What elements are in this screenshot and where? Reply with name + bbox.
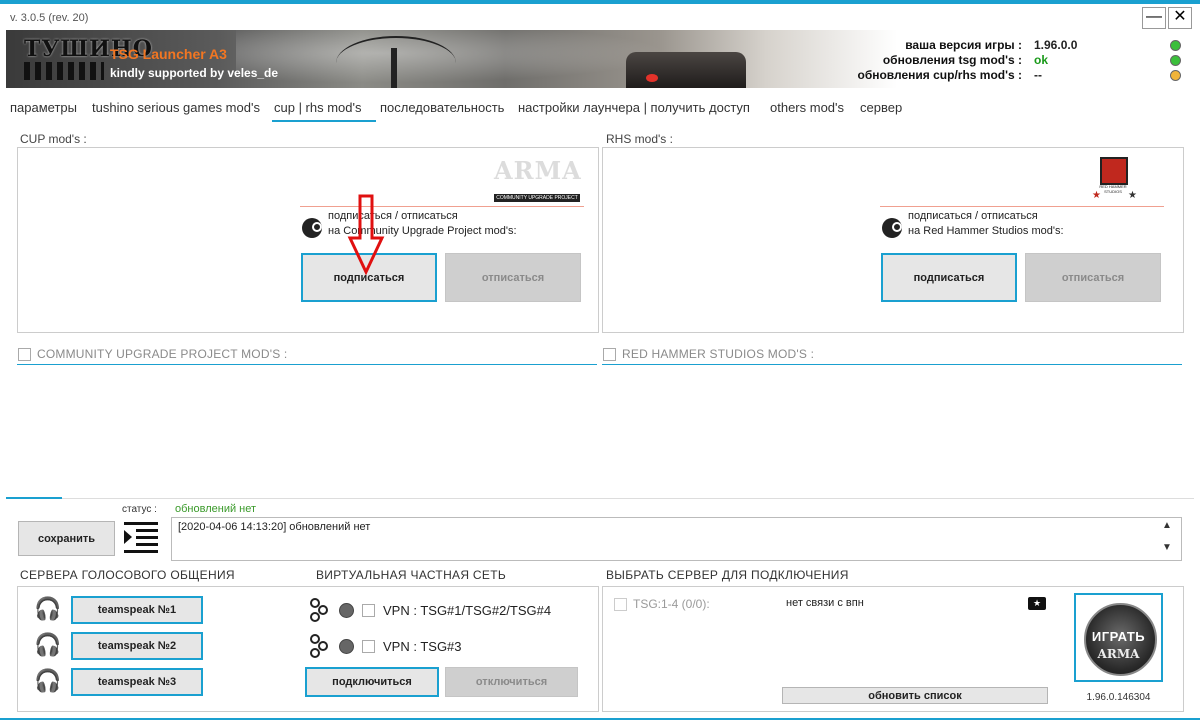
game-version-label: ваша версия игры : [905, 38, 1022, 52]
cup-section-title: CUP mod's : [20, 132, 87, 146]
red-star-icon: ★ [1092, 190, 1101, 201]
close-button[interactable]: ✕ [1168, 7, 1192, 29]
tsg-updates-value: ok [1034, 53, 1049, 67]
refresh-list-button[interactable]: обновить список [782, 687, 1048, 704]
rhs-subscribe-line1: подписаться / отписаться [908, 210, 1038, 222]
cup-rhs-updates-label: обновления cup/rhs mod's : [857, 68, 1022, 82]
tab-cup-rhs-mods[interactable]: cup | rhs mod's [272, 100, 376, 122]
cup-unsubscribe-button[interactable]: отписаться [445, 253, 581, 302]
star-badge-icon: ★ [1128, 190, 1137, 201]
vpn-2-status-icon [339, 639, 354, 654]
teamspeak-3-button[interactable]: teamspeak №3 [71, 668, 203, 696]
tab-sequence[interactable]: последовательность [378, 100, 506, 115]
launcher-subtitle: kindly supported by veles_de [110, 66, 279, 80]
vpn-1-status-icon [339, 603, 354, 618]
server-section-title: ВЫБРАТЬ СЕРВЕР ДЛЯ ПОДКЛЮЧЕНИЯ [606, 568, 849, 582]
game-version-value: 1.96.0.0 [1034, 38, 1078, 52]
steam-icon [302, 218, 322, 238]
tab-parameters[interactable]: параметры [8, 100, 79, 115]
red-arrow-annotation-icon [347, 194, 385, 276]
vpn-disconnect-button[interactable]: отключиться [445, 667, 578, 697]
game-version-status-icon [1170, 40, 1181, 51]
red-hammer-logo [1100, 157, 1128, 185]
save-button[interactable]: сохранить [18, 521, 115, 556]
vpn-2-label: VPN : TSG#3 [383, 639, 462, 654]
rhs-subscribe-button[interactable]: подписаться [881, 253, 1017, 302]
vpn-1-label: VPN : TSG#1/TSG#2/TSG#4 [383, 603, 552, 618]
scroll-up-icon[interactable]: ▲ [1162, 520, 1172, 531]
cup-mods-label: COMMUNITY UPGRADE PROJECT MOD'S : [37, 347, 288, 361]
headset-icon: 🎧 [34, 668, 62, 693]
vpn-2-checkbox[interactable] [362, 640, 375, 653]
voice-section-title: СЕРВЕРА ГОЛОСОВОГО ОБЩЕНИЯ [20, 568, 235, 582]
rhs-section-title: RHS mod's : [606, 132, 673, 146]
tab-others-mods[interactable]: others mod's [768, 100, 846, 115]
cup-rhs-updates-value: -- [1034, 68, 1042, 82]
tsg-updates-label: обновления tsg mod's : [882, 53, 1022, 67]
server-connection-status: нет связи с впн [786, 597, 864, 609]
status-log[interactable]: [2020-04-06 14:13:20] обновлений нет [171, 517, 1182, 561]
play-label: ИГРАТЬ [1091, 629, 1146, 644]
build-version: 1.96.0.146304 [1086, 692, 1151, 703]
arma-cup-logo: ARMA COMMUNITY UPGRADE PROJECT [494, 156, 582, 202]
rhs-mods-checkbox[interactable] [603, 348, 616, 361]
cup-rhs-updates-status-icon [1170, 70, 1181, 81]
play-button[interactable]: ИГРАТЬ ARMA [1074, 593, 1163, 682]
headset-icon: 🎧 [34, 632, 62, 657]
tab-server[interactable]: сервер [858, 100, 904, 115]
cup-mods-checkbox[interactable] [18, 348, 31, 361]
server-checkbox[interactable] [614, 598, 627, 611]
status-label: статус : [122, 504, 157, 515]
vpn-section-title: ВИРТУАЛЬНАЯ ЧАСТНАЯ СЕТЬ [316, 568, 507, 582]
progress-indicator [6, 497, 62, 499]
teamspeak-1-button[interactable]: teamspeak №1 [71, 596, 203, 624]
app-version: v. 3.0.5 (rev. 20) [10, 12, 89, 24]
status-value: обновлений нет [175, 503, 257, 515]
rhs-mods-label: RED HAMMER STUDIOS MOD'S : [622, 347, 815, 361]
tab-launcher-settings[interactable]: настройки лаунчера | получить доступ [516, 100, 752, 115]
rhs-unsubscribe-button[interactable]: отписаться [1025, 253, 1161, 302]
rhs-panel [602, 147, 1184, 333]
vpn-link-icon [310, 634, 328, 658]
tsg-updates-status-icon [1170, 55, 1181, 66]
teamspeak-2-button[interactable]: teamspeak №2 [71, 632, 203, 660]
tab-tsg-mods[interactable]: tushino serious games mod's [90, 100, 262, 115]
main-tabs: параметры tushino serious games mod's cu… [0, 96, 1200, 126]
server-entry-label: TSG:1-4 (0/0): [633, 597, 710, 611]
status-log-entry: [2020-04-06 14:13:20] обновлений нет [178, 521, 371, 533]
scroll-down-icon[interactable]: ▼ [1162, 542, 1172, 553]
headset-icon: 🎧 [34, 596, 62, 621]
soldiers-silhouette-icon [24, 62, 104, 80]
launcher-title: TSG Launcher A3 [110, 46, 227, 62]
vpn-connect-button[interactable]: подключиться [305, 667, 439, 697]
indent-list-icon[interactable] [124, 522, 158, 554]
log-scrollbar[interactable]: ▲ ▼ [1156, 518, 1180, 558]
rhs-subscribe-line2: на Red Hammer Studios mod's: [908, 225, 1064, 237]
arma-play-logo: ARMA [1097, 647, 1140, 661]
ticket-icon[interactable]: ★ [1028, 597, 1046, 610]
top-accent-bar [0, 0, 1200, 4]
minimize-button[interactable]: — [1142, 7, 1166, 29]
vpn-1-checkbox[interactable] [362, 604, 375, 617]
steam-icon [882, 218, 902, 238]
vpn-link-icon [310, 598, 328, 622]
